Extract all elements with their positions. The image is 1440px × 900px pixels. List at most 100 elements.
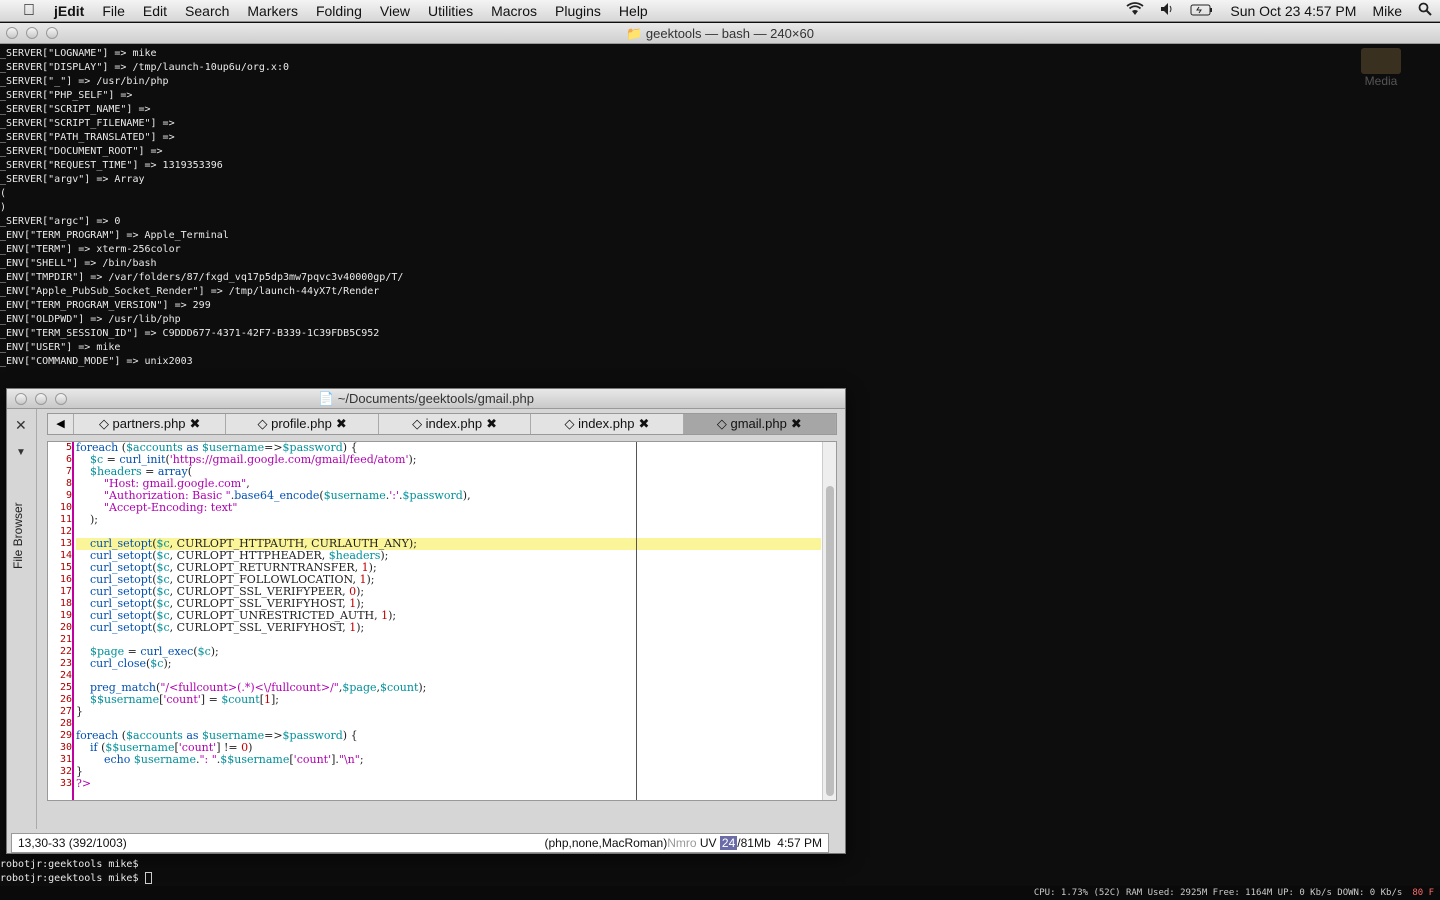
wrap-guide (636, 442, 637, 800)
menu-edit[interactable]: Edit (143, 3, 167, 19)
line-number: 9 (65, 490, 72, 501)
file-browser-tab[interactable]: File Browser (11, 502, 25, 569)
terminal-line: _SERVER["PATH_TRANSLATED"] => (0, 132, 175, 143)
code-line[interactable]: ); (76, 514, 821, 526)
menu-markers[interactable]: Markers (247, 3, 298, 19)
line-number: 22 (59, 646, 72, 657)
spotlight-icon[interactable] (1418, 2, 1432, 19)
code-line[interactable]: "Accept-Encoding: text" (76, 502, 821, 514)
menu-search[interactable]: Search (185, 3, 229, 19)
code-line[interactable]: curl_close($c); (76, 658, 821, 670)
folder-icon: 📁 (626, 26, 643, 41)
tab-label: profile.php (271, 416, 332, 431)
line-number: 17 (59, 586, 72, 597)
prompt-line-1: robotjr:geektools mike$ (0, 859, 139, 870)
line-number: 11 (59, 514, 72, 525)
line-number: 29 (59, 730, 72, 741)
tab-partners[interactable]: ◇ partners.php ✖ (74, 414, 227, 434)
menu-view[interactable]: View (380, 3, 410, 19)
code-line[interactable]: } (76, 766, 821, 778)
terminal-line: _SERVER["SCRIPT_NAME"] => (0, 104, 151, 115)
tab-profile[interactable]: ◇ profile.php ✖ (226, 414, 379, 434)
line-number: 8 (65, 478, 72, 489)
volume-icon[interactable] (1160, 2, 1174, 19)
terminal-line: _ENV["USER"] => mike (0, 342, 121, 353)
uv-indicator: UV (699, 836, 717, 850)
line-number: 32 (59, 766, 72, 777)
memory-used[interactable]: 24 (719, 836, 738, 850)
close-icon[interactable]: ✖ (190, 416, 201, 431)
close-icon[interactable] (6, 27, 18, 39)
close-icon[interactable]: ✖ (336, 416, 347, 431)
tab-index-2[interactable]: ◇ index.php ✖ (531, 414, 684, 434)
terminal-line: ) (0, 202, 7, 213)
line-number: 25 (59, 682, 72, 693)
close-icon[interactable] (15, 393, 27, 405)
code-line[interactable]: } (76, 706, 821, 718)
menu-plugins[interactable]: Plugins (555, 3, 601, 19)
code-lines[interactable]: foreach ($accounts as $username=>$passwo… (76, 442, 821, 800)
memory-total: /81Mb (737, 836, 771, 850)
line-number: 23 (59, 658, 72, 669)
menu-user[interactable]: Mike (1372, 3, 1402, 19)
line-number: 10 (59, 502, 72, 513)
tab-label: index.php (578, 416, 635, 431)
diamond-icon: ◇ (98, 416, 113, 431)
terminal-line: _SERVER["DISPLAY"] => /tmp/launch-10up6u… (0, 62, 289, 73)
code-line[interactable]: ?> (76, 778, 821, 790)
terminal-line: _SERVER["DOCUMENT_ROOT"] => (0, 146, 163, 157)
tab-gmail[interactable]: ◇ gmail.php ✖ (683, 414, 837, 434)
geektool-status-line: CPU: 1.73% (52C) RAM Used: 2925M Free: 1… (0, 886, 1440, 900)
vertical-scrollbar[interactable] (822, 442, 836, 800)
buffer-flags: Nmro (667, 836, 697, 850)
menu-macros[interactable]: Macros (491, 3, 537, 19)
code-line[interactable]: $page = curl_exec($c); (76, 646, 821, 658)
caret-position[interactable]: 13,30-33 (392/1003) (18, 834, 127, 852)
line-number: 16 (59, 574, 72, 585)
code-line[interactable]: $$username['count'] = $count[1]; (76, 694, 821, 706)
menu-app-name[interactable]: jEdit (54, 3, 84, 19)
wifi-icon[interactable] (1126, 2, 1144, 19)
zoom-icon[interactable] (55, 393, 67, 405)
line-number: 6 (65, 454, 72, 465)
close-icon[interactable]: ✖ (486, 416, 497, 431)
close-icon[interactable]: ✕ (15, 417, 27, 434)
terminal-output[interactable]: _SERVER["LOGNAME"] => mike _SERVER["DISPL… (0, 47, 1440, 392)
zoom-icon[interactable] (46, 27, 58, 39)
terminal-line: _SERVER["_"] => /usr/bin/php (0, 76, 169, 87)
line-number: 30 (59, 742, 72, 753)
apple-icon[interactable]:  (14, 2, 44, 20)
terminal-title: geektools — bash — 240×60 (645, 26, 814, 41)
terminal-line: _ENV["TERM_SESSION_ID"] => C9DDD677-4371… (0, 328, 380, 339)
file-browser-dock: ✕ ▼ File Browser (7, 409, 37, 829)
menu-clock[interactable]: Sun Oct 23 4:57 PM (1230, 3, 1356, 19)
menu-utilities[interactable]: Utilities (428, 3, 473, 19)
line-number: 12 (59, 526, 72, 537)
minimize-icon[interactable] (35, 393, 47, 405)
close-icon[interactable]: ✖ (791, 416, 802, 431)
tab-index-1[interactable]: ◇ index.php ✖ (379, 414, 532, 434)
menu-folding[interactable]: Folding (316, 3, 362, 19)
scrollbar-thumb[interactable] (826, 486, 834, 796)
terminal-prompt[interactable]: robotjr:geektools mike$ robotjr:geektool… (0, 858, 152, 886)
prompt-line-2: robotjr:geektools mike$ (0, 873, 145, 884)
code-line[interactable]: echo $username.": ".$$username['count'].… (76, 754, 821, 766)
text-area[interactable]: 5 6 7 8 9 10 11 12 13 14 15 16 17 18 19 20 21 22 23 24 25 26 2… (47, 441, 837, 801)
code-line[interactable]: curl_setopt($c, CURLOPT_SSL_VERIFYHOST, … (76, 622, 821, 634)
terminal-line: _SERVER["SCRIPT_FILENAME"] => (0, 118, 175, 129)
close-icon[interactable]: ✖ (638, 416, 649, 431)
menu-file[interactable]: File (102, 3, 125, 19)
terminal-line: _SERVER["argv"] => Array (0, 174, 145, 185)
tab-scroll-left-icon[interactable]: ◀ (48, 414, 74, 434)
line-number: 26 (59, 694, 72, 705)
battery-icon[interactable] (1190, 3, 1214, 19)
menu-bar:  jEdit File Edit Search Markers Folding… (0, 0, 1440, 22)
menu-help[interactable]: Help (619, 3, 648, 19)
jedit-status-bar: 13,30-33 (392/1003) (php,none,MacRoman)N… (11, 833, 829, 853)
jedit-title: ~/Documents/geektools/gmail.php (337, 391, 534, 406)
diamond-icon: ◇ (412, 416, 426, 431)
terminal-window-controls (6, 27, 66, 39)
dock-menu-arrow-icon[interactable]: ▼ (16, 447, 26, 458)
buffer-mode[interactable]: (php,none,MacRoman) (544, 836, 667, 850)
minimize-icon[interactable] (26, 27, 38, 39)
